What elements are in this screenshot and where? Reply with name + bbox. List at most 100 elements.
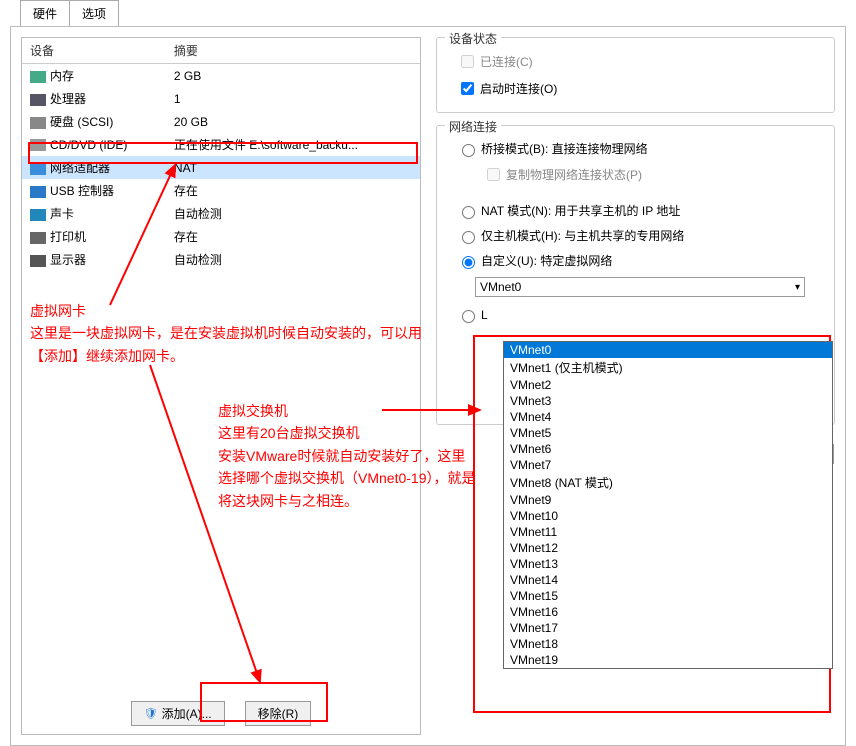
- device-name: 声卡: [22, 202, 166, 225]
- device-icon: [30, 186, 46, 198]
- tab-hardware[interactable]: 硬件: [20, 0, 70, 26]
- device-summary: 自动检测: [166, 248, 420, 271]
- device-table: 设备 摘要 内存2 GB处理器1硬盘 (SCSI)20 GBCD/DVD (ID…: [22, 38, 420, 271]
- vmnet-option[interactable]: VMnet12: [504, 540, 832, 556]
- device-row-1[interactable]: 处理器1: [22, 87, 420, 110]
- device-icon: [30, 163, 46, 175]
- remove-label: 移除(R): [258, 705, 299, 722]
- device-buttons: 🛡 添加(A)... 移除(R): [22, 701, 420, 726]
- device-icon: [30, 117, 46, 129]
- vmnet-option[interactable]: VMnet8 (NAT 模式): [504, 473, 832, 492]
- bridged-radio[interactable]: 桥接模式(B): 直接连接物理网络: [449, 136, 822, 161]
- device-row-6[interactable]: 声卡自动检测: [22, 202, 420, 225]
- vmnet-option[interactable]: VMnet2: [504, 377, 832, 393]
- vmnet-option[interactable]: VMnet11: [504, 524, 832, 540]
- vmnet-dropdown[interactable]: VMnet0 ▾: [475, 277, 805, 297]
- device-name: 打印机: [22, 225, 166, 248]
- vmnet-option[interactable]: VMnet19: [504, 652, 832, 668]
- vmnet-option[interactable]: VMnet10: [504, 508, 832, 524]
- bridged-input[interactable]: [462, 144, 475, 157]
- chevron-down-icon: ▾: [795, 282, 800, 293]
- vmnet-option[interactable]: VMnet13: [504, 556, 832, 572]
- lan-label: L: [481, 308, 488, 322]
- remove-button[interactable]: 移除(R): [245, 701, 312, 726]
- device-icon: [30, 71, 46, 83]
- vmnet-option[interactable]: VMnet4: [504, 409, 832, 425]
- device-icon: [30, 94, 46, 106]
- bridged-label: 桥接模式(B): 直接连接物理网络: [481, 140, 648, 157]
- vmnet-option[interactable]: VMnet5: [504, 425, 832, 441]
- vmnet-selected: VMnet0: [480, 280, 521, 294]
- custom-input[interactable]: [462, 256, 475, 269]
- device-name: USB 控制器: [22, 179, 166, 202]
- device-name: 网络适配器: [22, 156, 166, 179]
- vmnet-option[interactable]: VMnet9: [504, 492, 832, 508]
- device-summary: 1: [166, 87, 420, 110]
- hostonly-label: 仅主机模式(H): 与主机共享的专用网络: [481, 227, 684, 244]
- replicate-checkbox: 复制物理网络连接状态(P): [475, 161, 822, 188]
- device-summary: 正在使用文件 E:\software_backu...: [166, 133, 420, 156]
- device-icon: [30, 255, 46, 267]
- device-row-5[interactable]: USB 控制器存在: [22, 179, 420, 202]
- vmnet-option[interactable]: VMnet15: [504, 588, 832, 604]
- col-device: 设备: [22, 38, 166, 64]
- device-summary: NAT: [166, 156, 420, 179]
- vmnet-option[interactable]: VMnet1 (仅主机模式): [504, 358, 832, 377]
- connected-checkbox: 已连接(C): [449, 48, 822, 75]
- add-button[interactable]: 🛡 添加(A)...: [131, 701, 225, 726]
- vmnet-option[interactable]: VMnet17: [504, 620, 832, 636]
- tab-strip: 硬件 选项: [0, 0, 856, 26]
- add-label: 添加(A)...: [162, 705, 212, 722]
- device-summary: 20 GB: [166, 110, 420, 133]
- lan-input[interactable]: [462, 310, 475, 323]
- device-name: CD/DVD (IDE): [22, 133, 166, 156]
- device-name: 内存: [22, 64, 166, 88]
- status-legend: 设备状态: [445, 30, 501, 47]
- device-panel: 设备 摘要 内存2 GB处理器1硬盘 (SCSI)20 GBCD/DVD (ID…: [21, 37, 421, 735]
- custom-radio[interactable]: 自定义(U): 特定虚拟网络: [449, 248, 822, 273]
- connected-input: [461, 55, 474, 68]
- vmnet-option[interactable]: VMnet14: [504, 572, 832, 588]
- device-name: 处理器: [22, 87, 166, 110]
- device-row-2[interactable]: 硬盘 (SCSI)20 GB: [22, 110, 420, 133]
- replicate-input: [487, 168, 500, 181]
- vmnet-option[interactable]: VMnet0: [504, 342, 832, 358]
- device-icon: [30, 209, 46, 221]
- netconn-legend: 网络连接: [445, 118, 501, 135]
- nat-input[interactable]: [462, 206, 475, 219]
- vmnet-option[interactable]: VMnet7: [504, 457, 832, 473]
- col-summary: 摘要: [166, 38, 420, 64]
- device-summary: 存在: [166, 179, 420, 202]
- vmnet-option[interactable]: VMnet6: [504, 441, 832, 457]
- device-row-0[interactable]: 内存2 GB: [22, 64, 420, 88]
- hostonly-radio[interactable]: 仅主机模式(H): 与主机共享的专用网络: [449, 223, 822, 248]
- nat-radio[interactable]: NAT 模式(N): 用于共享主机的 IP 地址: [449, 198, 822, 223]
- hostonly-input[interactable]: [462, 231, 475, 244]
- replicate-label: 复制物理网络连接状态(P): [506, 166, 642, 183]
- device-icon: [30, 139, 46, 151]
- device-summary: 2 GB: [166, 64, 420, 88]
- vmnet-option[interactable]: VMnet3: [504, 393, 832, 409]
- device-row-8[interactable]: 显示器自动检测: [22, 248, 420, 271]
- annotation-nic: 虚拟网卡这里是一块虚拟网卡，是在安装虚拟机时候自动安装的，可以用【添加】继续添加…: [30, 300, 430, 367]
- device-icon: [30, 232, 46, 244]
- nat-label: NAT 模式(N): 用于共享主机的 IP 地址: [481, 202, 680, 219]
- shield-icon: 🛡: [144, 707, 158, 720]
- device-name: 显示器: [22, 248, 166, 271]
- poweron-input[interactable]: [461, 82, 474, 95]
- vmnet-dropdown-list[interactable]: VMnet0VMnet1 (仅主机模式)VMnet2VMnet3VMnet4VM…: [503, 341, 833, 669]
- vmnet-option[interactable]: VMnet18: [504, 636, 832, 652]
- tab-options[interactable]: 选项: [70, 0, 119, 26]
- poweron-checkbox[interactable]: 启动时连接(O): [449, 75, 822, 102]
- lan-radio[interactable]: L: [449, 303, 822, 327]
- poweron-label: 启动时连接(O): [480, 80, 557, 97]
- device-row-7[interactable]: 打印机存在: [22, 225, 420, 248]
- device-name: 硬盘 (SCSI): [22, 110, 166, 133]
- custom-label: 自定义(U): 特定虚拟网络: [481, 252, 612, 269]
- device-status-group: 设备状态 已连接(C) 启动时连接(O): [436, 37, 835, 113]
- vmnet-option[interactable]: VMnet16: [504, 604, 832, 620]
- device-row-4[interactable]: 网络适配器NAT: [22, 156, 420, 179]
- device-summary: 存在: [166, 225, 420, 248]
- annotation-switch: 虚拟交换机这里有20台虚拟交换机安装VMware时候就自动安装好了，这里选择哪个…: [218, 400, 478, 512]
- device-row-3[interactable]: CD/DVD (IDE)正在使用文件 E:\software_backu...: [22, 133, 420, 156]
